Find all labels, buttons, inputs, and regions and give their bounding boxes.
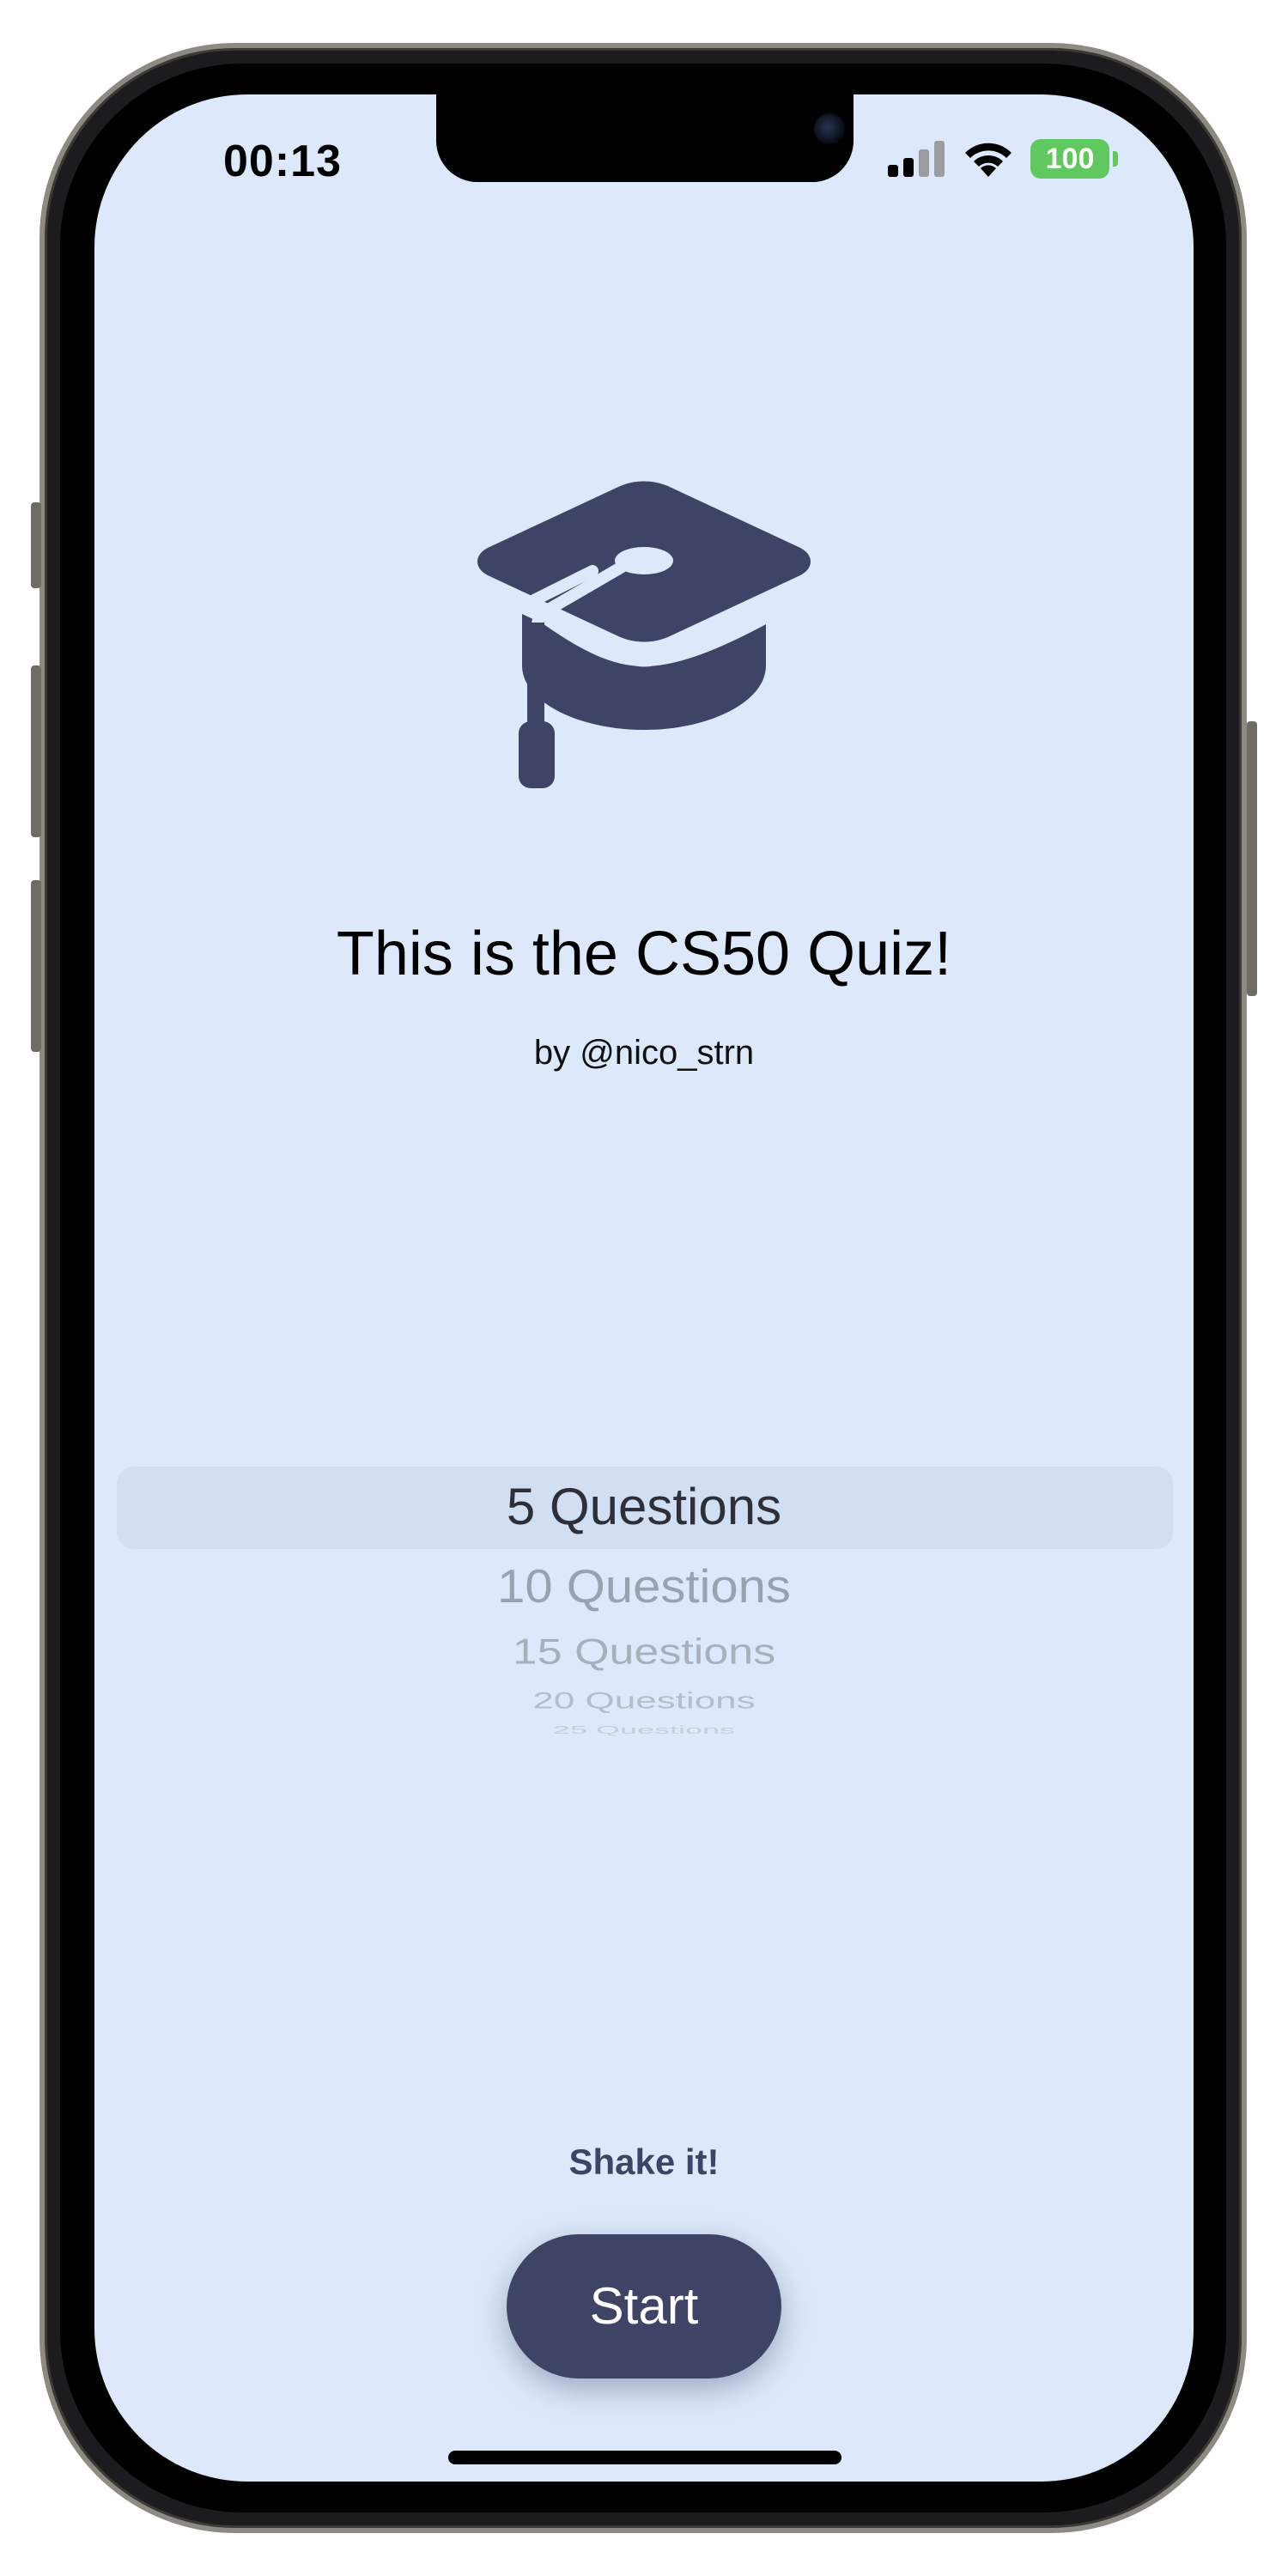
- mute-switch: [31, 502, 41, 588]
- battery-tip: [1113, 151, 1118, 167]
- picker-option-5-questions[interactable]: 5 Questions: [94, 1477, 1194, 1536]
- front-camera: [814, 113, 845, 144]
- picker-option-10-questions[interactable]: 10 Questions: [94, 1559, 1194, 1614]
- notch: [436, 94, 854, 182]
- power-button: [1247, 721, 1257, 996]
- quiz-title: This is the CS50 Quiz!: [336, 920, 952, 988]
- app-screen: 00:13 100 This is the CS50 Quiz! by @nic…: [94, 94, 1194, 2482]
- picker-option-15-questions[interactable]: 15 Questions: [94, 1631, 1194, 1673]
- picker-option-20-questions[interactable]: 20 Questions: [94, 1688, 1194, 1714]
- battery-indicator: 100: [1030, 139, 1109, 179]
- graduation-cap-icon: [477, 481, 811, 788]
- volume-up-button: [31, 665, 41, 837]
- author-credit: by @nico_strn: [533, 1034, 755, 1072]
- start-button[interactable]: Start: [507, 2234, 781, 2379]
- volume-down-button: [31, 880, 41, 1052]
- status-time: 00:13: [223, 137, 342, 186]
- wifi-icon: [965, 143, 1012, 177]
- home-indicator[interactable]: [448, 2451, 841, 2464]
- picker-option-25-questions[interactable]: 25 Questions: [94, 1724, 1194, 1737]
- cellular-signal-icon: [888, 141, 945, 177]
- shake-hint: Shake it!: [568, 2142, 720, 2182]
